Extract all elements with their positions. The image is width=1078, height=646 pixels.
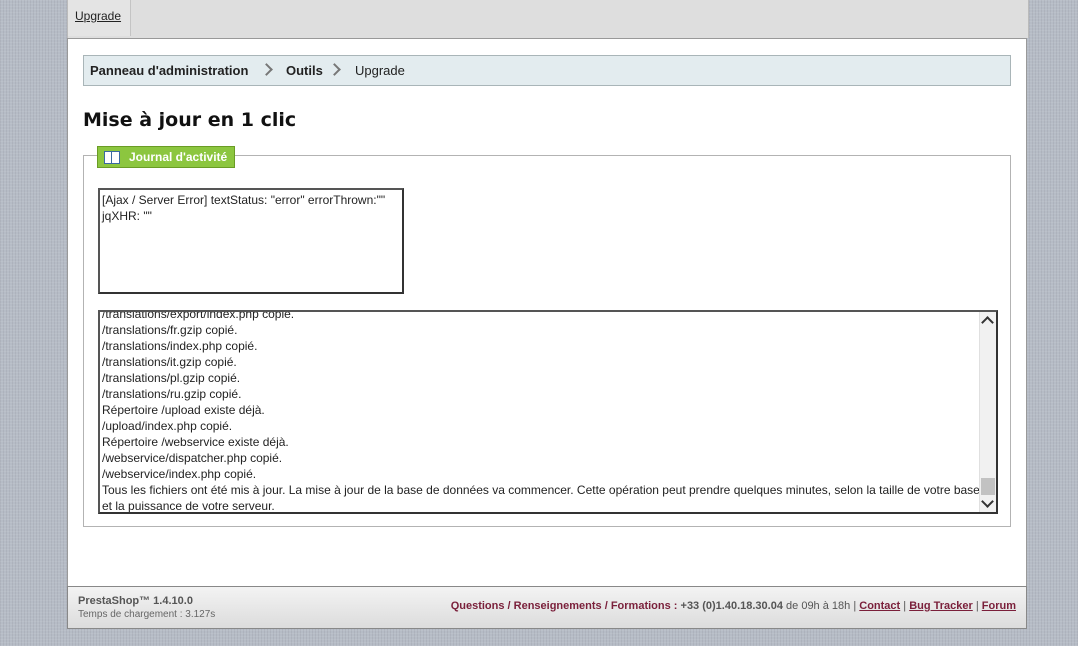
footer-hours: de 09h à 18h (786, 600, 851, 612)
error-message-box[interactable]: [Ajax / Server Error] textStatus: "error… (98, 188, 404, 294)
log-line: Répertoire /upload existe déjà. (102, 403, 265, 417)
log-line: /translations/pl.gzip copié. (102, 371, 241, 385)
breadcrumb-item-admin-panel[interactable]: Panneau d'administration (90, 63, 248, 78)
activity-log-legend-label: Journal d'activité (129, 150, 228, 164)
footer-questions-label: Questions / Renseignements / Formations … (450, 600, 678, 612)
activity-log-content: /translations/export/index.php copié. /tr… (102, 310, 980, 513)
activity-log-legend: Journal d'activité (97, 146, 236, 168)
log-scrollbar[interactable] (979, 312, 996, 512)
breadcrumb-item-tools[interactable]: Outils (286, 63, 323, 78)
top-tab-bar: Upgrade (67, 0, 1029, 38)
tab-upgrade-link[interactable]: Upgrade (75, 9, 121, 23)
log-line: /translations/it.gzip copié. (102, 355, 237, 369)
log-line: /translations/ru.gzip copié. (102, 387, 242, 401)
tab-upgrade[interactable]: Upgrade (68, 0, 131, 36)
chevron-right-icon (328, 63, 341, 76)
footer-link-forum[interactable]: Forum (982, 600, 1016, 612)
scroll-down-arrow-icon[interactable] (981, 495, 994, 508)
log-line: /translations/export/index.php copié. (102, 310, 295, 321)
activity-log-textarea[interactable]: /translations/export/index.php copié. /tr… (98, 310, 998, 514)
chevron-right-icon (260, 63, 273, 76)
log-line: /webservice/index.php copié. (102, 467, 257, 481)
footer: PrestaShop™ 1.4.10.0 Temps de chargement… (67, 586, 1027, 629)
footer-load-time: Temps de chargement : 3.127s (78, 609, 216, 620)
main-content: Panneau d'administration Outils Upgrade … (67, 38, 1027, 587)
activity-log-fieldset: Journal d'activité [Ajax / Server Error]… (83, 146, 1011, 527)
footer-phone: +33 (0)1.40.18.30.04 (680, 600, 783, 612)
scroll-thumb[interactable] (981, 478, 995, 495)
error-message-text: [Ajax / Server Error] textStatus: "error… (102, 193, 386, 223)
log-line: /webservice/dispatcher.php copié. (102, 451, 283, 465)
log-line: /translations/index.php copié. (102, 339, 258, 353)
footer-brand: PrestaShop™ 1.4.10.0 (78, 595, 193, 607)
log-line: Répertoire /webservice existe déjà. (102, 435, 289, 449)
footer-link-contact[interactable]: Contact (859, 600, 900, 612)
log-line: /translations/fr.gzip copié. (102, 323, 238, 337)
breadcrumb: Panneau d'administration Outils Upgrade (83, 55, 1011, 86)
scroll-up-arrow-icon[interactable] (981, 316, 994, 329)
page-title: Mise à jour en 1 clic (83, 109, 297, 131)
breadcrumb-item-upgrade: Upgrade (355, 63, 405, 78)
footer-link-bug-tracker[interactable]: Bug Tracker (909, 600, 973, 612)
footer-support-info: Questions / Renseignements / Formations … (450, 600, 1016, 612)
book-icon (104, 150, 120, 164)
log-line: /upload/index.php copié. (102, 419, 233, 433)
log-line: Tous les fichiers ont été mis à jour. La… (102, 483, 980, 513)
